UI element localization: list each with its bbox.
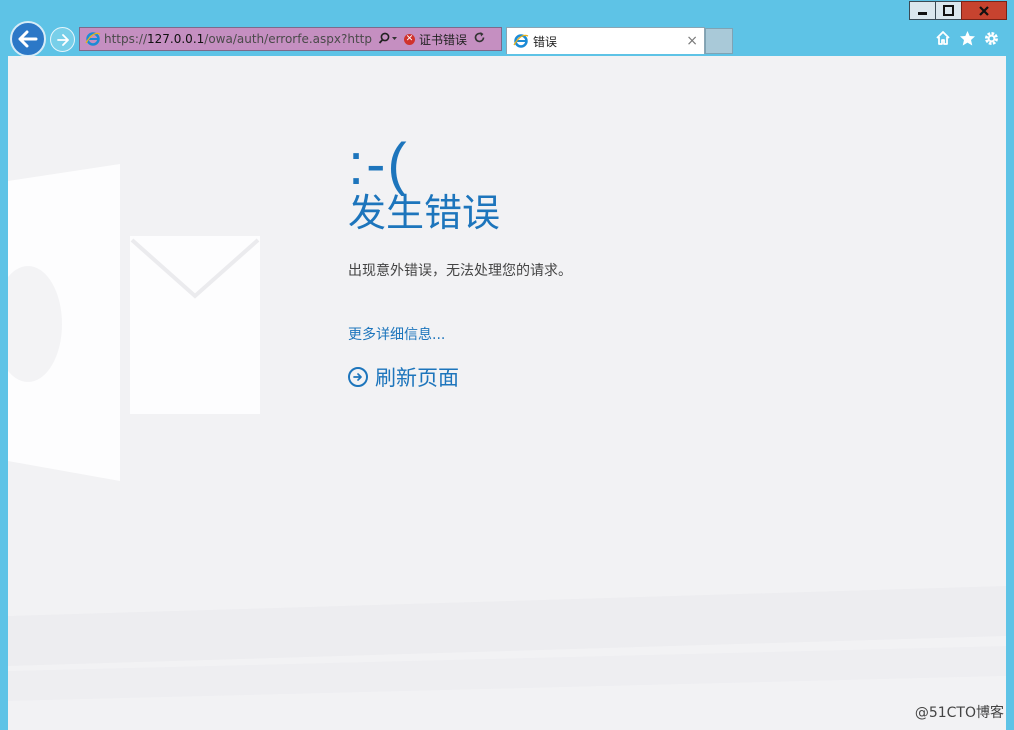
back-arrow-icon: [18, 30, 38, 48]
tools-button[interactable]: [982, 29, 1000, 47]
favorites-button[interactable]: [958, 29, 976, 47]
tab-close-icon[interactable]: ×: [686, 33, 698, 49]
refresh-icon: [474, 32, 485, 43]
toolbar-icons: [934, 29, 1000, 47]
cert-error-button[interactable]: ✕ 证书错误: [404, 31, 467, 48]
minimize-button[interactable]: [909, 1, 936, 20]
minimize-icon: [918, 12, 927, 15]
outlook-logo-icon: [8, 164, 260, 481]
forward-arrow-icon: [56, 33, 69, 46]
new-tab-button[interactable]: [705, 28, 733, 54]
maximize-icon: [943, 5, 954, 16]
maximize-button[interactable]: [935, 1, 962, 20]
more-details-link[interactable]: 更多详细信息...: [348, 324, 572, 344]
cert-error-label: 证书错误: [419, 32, 468, 47]
browser-chrome: https://127.0.0.1/owa/auth/errorfe.aspx?…: [0, 0, 1014, 57]
refresh-page-label: 刷新页面: [375, 366, 459, 390]
address-bar[interactable]: https://127.0.0.1/owa/auth/errorfe.aspx?…: [79, 27, 502, 51]
forward-button[interactable]: [50, 27, 75, 52]
watermark: @51CTO博客: [914, 705, 1004, 721]
home-button[interactable]: [934, 29, 952, 47]
internet-explorer-icon: [513, 34, 529, 48]
search-dropdown[interactable]: [378, 32, 398, 47]
sad-emoticon: :-(: [348, 132, 409, 197]
close-window-button[interactable]: [961, 1, 1007, 20]
refresh-page-link[interactable]: 刷新页面: [348, 362, 572, 392]
refresh-button[interactable]: [473, 31, 486, 47]
tab-error[interactable]: 错误 ×: [506, 27, 705, 54]
circle-arrow-right-icon: [348, 367, 368, 387]
page-title: 发生错误: [348, 191, 501, 235]
window-controls: [909, 1, 1007, 21]
error-content: :-( 发生错误 出现意外错误，无法处理您的请求。 更多详细信息... 刷新页面: [348, 134, 572, 392]
tab-title: 错误: [533, 34, 558, 49]
cert-error-icon: ✕: [404, 33, 415, 45]
back-button[interactable]: [10, 21, 46, 57]
page-viewport: :-( 发生错误 出现意外错误，无法处理您的请求。 更多详细信息... 刷新页面: [8, 56, 1006, 730]
close-icon: [979, 5, 989, 16]
background-decoration: [8, 586, 1006, 701]
address-url[interactable]: https://127.0.0.1/owa/auth/errorfe.aspx?…: [104, 32, 372, 46]
internet-explorer-icon: [85, 32, 101, 46]
error-message: 出现意外错误，无法处理您的请求。: [348, 263, 572, 279]
star-icon: [959, 30, 975, 45]
search-icon: [378, 32, 397, 44]
home-icon: [936, 31, 950, 45]
gear-icon: [984, 31, 998, 45]
